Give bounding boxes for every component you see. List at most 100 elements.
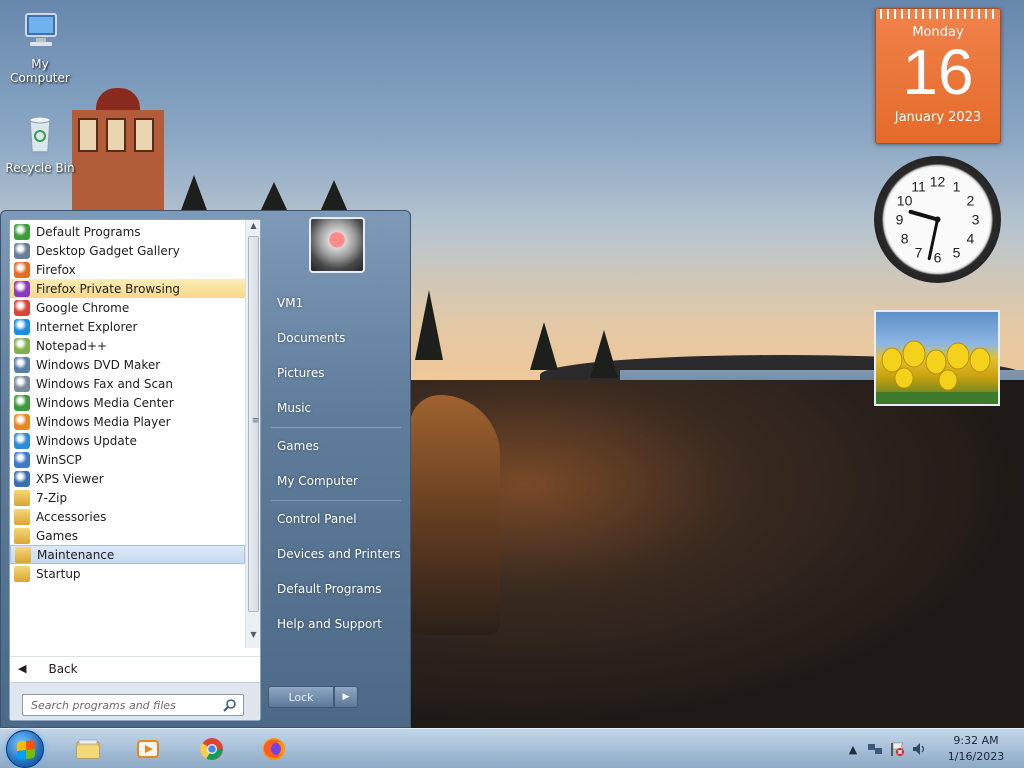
scroll-down-icon[interactable]: ▼: [246, 630, 261, 644]
program-item-xps-viewer[interactable]: XPS Viewer: [10, 469, 245, 488]
programs-scrollbar[interactable]: ▲ ≡ ▼: [245, 220, 260, 648]
clock-number: 8: [901, 231, 909, 247]
internet-explorer-icon: [14, 318, 30, 335]
program-item-accessories[interactable]: Accessories: [10, 507, 245, 526]
right-item-label: My Computer: [277, 474, 358, 488]
windows-update-icon: [14, 432, 30, 449]
taskbar-chrome[interactable]: [194, 732, 230, 766]
right-item-my-computer[interactable]: My Computer: [269, 465, 403, 497]
clock-number: 2: [967, 193, 975, 209]
program-item-windows-dvd-maker[interactable]: Windows DVD Maker: [10, 355, 245, 374]
fax-scan-icon: [14, 375, 30, 392]
media-player-icon: [14, 413, 30, 430]
right-item-label: Games: [277, 439, 319, 453]
firefox-private-icon: [14, 280, 30, 297]
taskbar-clock[interactable]: 9:32 AM 1/16/2023: [936, 733, 1016, 765]
back-button[interactable]: ◀ Back: [10, 656, 260, 680]
separator: [271, 427, 401, 428]
right-item-default-programs[interactable]: Default Programs: [269, 573, 403, 605]
tree: [530, 322, 558, 370]
program-label: Windows Media Center: [36, 395, 174, 410]
right-item-documents[interactable]: Documents: [269, 322, 403, 354]
calendar-date: 16: [902, 36, 974, 108]
program-item-startup[interactable]: Startup: [10, 564, 245, 583]
user-picture[interactable]: [309, 217, 365, 273]
program-item-windows-media-player[interactable]: Windows Media Player: [10, 412, 245, 431]
right-item-games[interactable]: Games: [269, 430, 403, 462]
program-label: XPS Viewer: [36, 471, 104, 486]
taskbar-explorer[interactable]: [70, 732, 106, 766]
program-label: Firefox: [36, 262, 76, 277]
program-item-7-zip[interactable]: 7-Zip: [10, 488, 245, 507]
program-label: Firefox Private Browsing: [36, 281, 181, 296]
action-center-flag-icon[interactable]: [889, 741, 905, 757]
scroll-grip-icon: ≡: [251, 416, 260, 426]
lock-button[interactable]: Lock: [268, 686, 334, 708]
taskbar-media-player[interactable]: [130, 732, 166, 766]
desktop-icon-my-computer[interactable]: My Computer: [0, 8, 80, 85]
program-item-windows-fax-and-scan[interactable]: Windows Fax and Scan: [10, 374, 245, 393]
clock-number: 3: [972, 212, 980, 228]
start-button[interactable]: [6, 730, 44, 768]
clock-gadget[interactable]: 12 1 2 3 4 5 6 7 8 9 10 11: [874, 156, 1001, 283]
taskbar: ▲ 9:32 AM 1/16/2023: [0, 728, 1024, 768]
taskbar-firefox[interactable]: [256, 732, 292, 766]
search-input[interactable]: Search programs and files: [22, 694, 244, 716]
gadget-gallery-icon: [14, 242, 30, 259]
right-item-label: Pictures: [277, 366, 325, 380]
computer-icon: [25, 13, 57, 46]
right-item-control-panel[interactable]: Control Panel: [269, 503, 403, 535]
program-item-firefox-private-browsing[interactable]: Firefox Private Browsing: [10, 279, 245, 298]
search-icon[interactable]: [223, 698, 237, 712]
recycle-bin-icon: [29, 116, 51, 153]
tree: [180, 175, 208, 213]
shutdown-options-arrow-icon[interactable]: ▶: [334, 686, 358, 708]
calendar-month-year: January 2023: [894, 110, 982, 125]
right-item-user[interactable]: VM1: [269, 287, 403, 319]
firefox-icon: [263, 738, 285, 760]
program-item-windows-update[interactable]: Windows Update: [10, 431, 245, 450]
clock-number: 9: [896, 212, 904, 228]
slideshow-gadget[interactable]: [874, 310, 1000, 406]
program-item-games[interactable]: Games: [10, 526, 245, 545]
scroll-up-icon[interactable]: ▲: [246, 221, 261, 235]
desktop-icon-recycle-bin[interactable]: Recycle Bin: [0, 112, 80, 175]
system-tray: ▲: [842, 729, 930, 768]
program-item-default-programs[interactable]: Default Programs: [10, 222, 245, 241]
clock-number: 5: [953, 244, 961, 260]
program-label: Windows Update: [36, 433, 137, 448]
winscp-icon: [14, 451, 30, 468]
program-item-windows-media-center[interactable]: Windows Media Center: [10, 393, 245, 412]
program-item-winscp[interactable]: WinSCP: [10, 450, 245, 469]
program-item-internet-explorer[interactable]: Internet Explorer: [10, 317, 245, 336]
program-item-firefox[interactable]: Firefox: [10, 260, 245, 279]
search-placeholder: Search programs and files: [31, 698, 176, 712]
tree: [260, 182, 288, 212]
right-item-pictures[interactable]: Pictures: [269, 357, 403, 389]
right-item-music[interactable]: Music: [269, 392, 403, 424]
media-center-icon: [14, 394, 30, 411]
tree: [320, 180, 348, 212]
windows-logo-icon: [17, 740, 35, 760]
desktop-icon-label: Recycle Bin: [5, 161, 75, 175]
program-label: 7-Zip: [36, 490, 68, 505]
sunlit-rock: [410, 395, 500, 635]
program-item-maintenance[interactable]: Maintenance: [10, 545, 245, 564]
calendar-gadget[interactable]: Monday 16 January 2023: [875, 8, 1001, 144]
right-item-devices-printers[interactable]: Devices and Printers: [269, 538, 403, 570]
program-item-notepad[interactable]: Notepad++: [10, 336, 245, 355]
folder-icon: [14, 508, 30, 525]
explorer-icon: [76, 739, 100, 759]
clock-center: [934, 216, 941, 223]
notepad-plus-plus-icon: [14, 337, 30, 354]
program-item-desktop-gadget-gallery[interactable]: Desktop Gadget Gallery: [10, 241, 245, 260]
right-item-help-support[interactable]: Help and Support: [269, 608, 403, 640]
network-icon[interactable]: [867, 741, 883, 757]
program-label: Default Programs: [36, 224, 141, 239]
volume-icon[interactable]: [911, 741, 927, 757]
right-pane: VM1 Documents Pictures Music Games My Co…: [265, 211, 410, 729]
program-label: Windows DVD Maker: [36, 357, 161, 372]
program-item-google-chrome[interactable]: Google Chrome: [10, 298, 245, 317]
show-hidden-icons-icon[interactable]: ▲: [845, 741, 861, 757]
folder-icon: [14, 565, 30, 582]
